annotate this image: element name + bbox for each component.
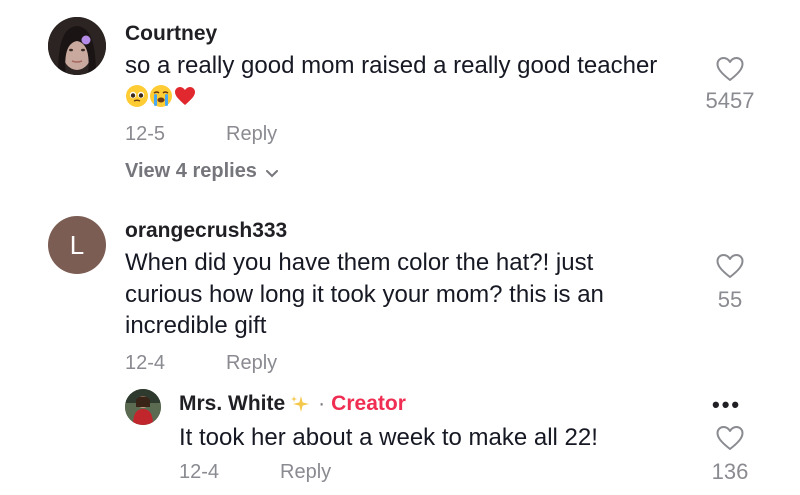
like-button[interactable]	[715, 252, 745, 285]
more-options-icon[interactable]: •••	[712, 392, 741, 418]
reply-username[interactable]: Mrs. White	[179, 392, 285, 416]
avatar-orangecrush333[interactable]: L	[48, 216, 106, 274]
sparkles-icon	[291, 396, 310, 412]
like-count: 55	[717, 287, 743, 312]
like-button[interactable]	[715, 424, 745, 457]
comment-text-line-3: incredible gift	[125, 312, 267, 339]
heart-icon	[716, 57, 744, 81]
view-replies-label: View 4 replies	[125, 160, 257, 182]
profile-photo-icon	[125, 389, 161, 425]
like-count: 136	[711, 459, 749, 484]
separator-dot: ·	[318, 392, 326, 415]
comment-date: 12-4	[125, 352, 166, 374]
red-heart-emoji-icon	[175, 87, 195, 105]
profile-photo-icon	[48, 17, 106, 75]
comment-text-line-1: When did you have them color the hat?! j…	[125, 249, 594, 276]
reply-button[interactable]: Reply	[226, 352, 277, 375]
heart-icon	[716, 426, 744, 450]
creator-badge: Creator	[331, 392, 406, 415]
comment-text-line-2: curious how long it took your mom? this …	[125, 281, 604, 308]
view-replies-button[interactable]: View 4 replies	[125, 160, 279, 183]
emoji-row	[125, 84, 197, 108]
comment-text: so a really good mom raised a really goo…	[125, 52, 658, 79]
pleading-face-emoji-icon	[126, 85, 148, 107]
chevron-down-icon	[265, 169, 278, 177]
comment-username[interactable]: orangecrush333	[125, 219, 287, 243]
avatar-mrs-white[interactable]	[125, 389, 161, 425]
heart-icon	[716, 254, 744, 278]
avatar-courtney[interactable]	[48, 17, 106, 75]
comment-date: 12-5	[125, 123, 166, 145]
like-count: 5457	[705, 88, 755, 113]
avatar-letter: L	[69, 229, 85, 260]
reply-header: Mrs. White · Creator	[179, 392, 406, 416]
reply-date: 12-4	[179, 461, 220, 483]
crying-face-emoji-icon	[150, 85, 172, 107]
like-button[interactable]	[715, 55, 745, 88]
reply-button[interactable]: Reply	[280, 461, 331, 484]
reply-button[interactable]: Reply	[226, 123, 277, 146]
comment-username[interactable]: Courtney	[125, 22, 217, 46]
reply-text: It took her about a week to make all 22!	[179, 424, 598, 451]
